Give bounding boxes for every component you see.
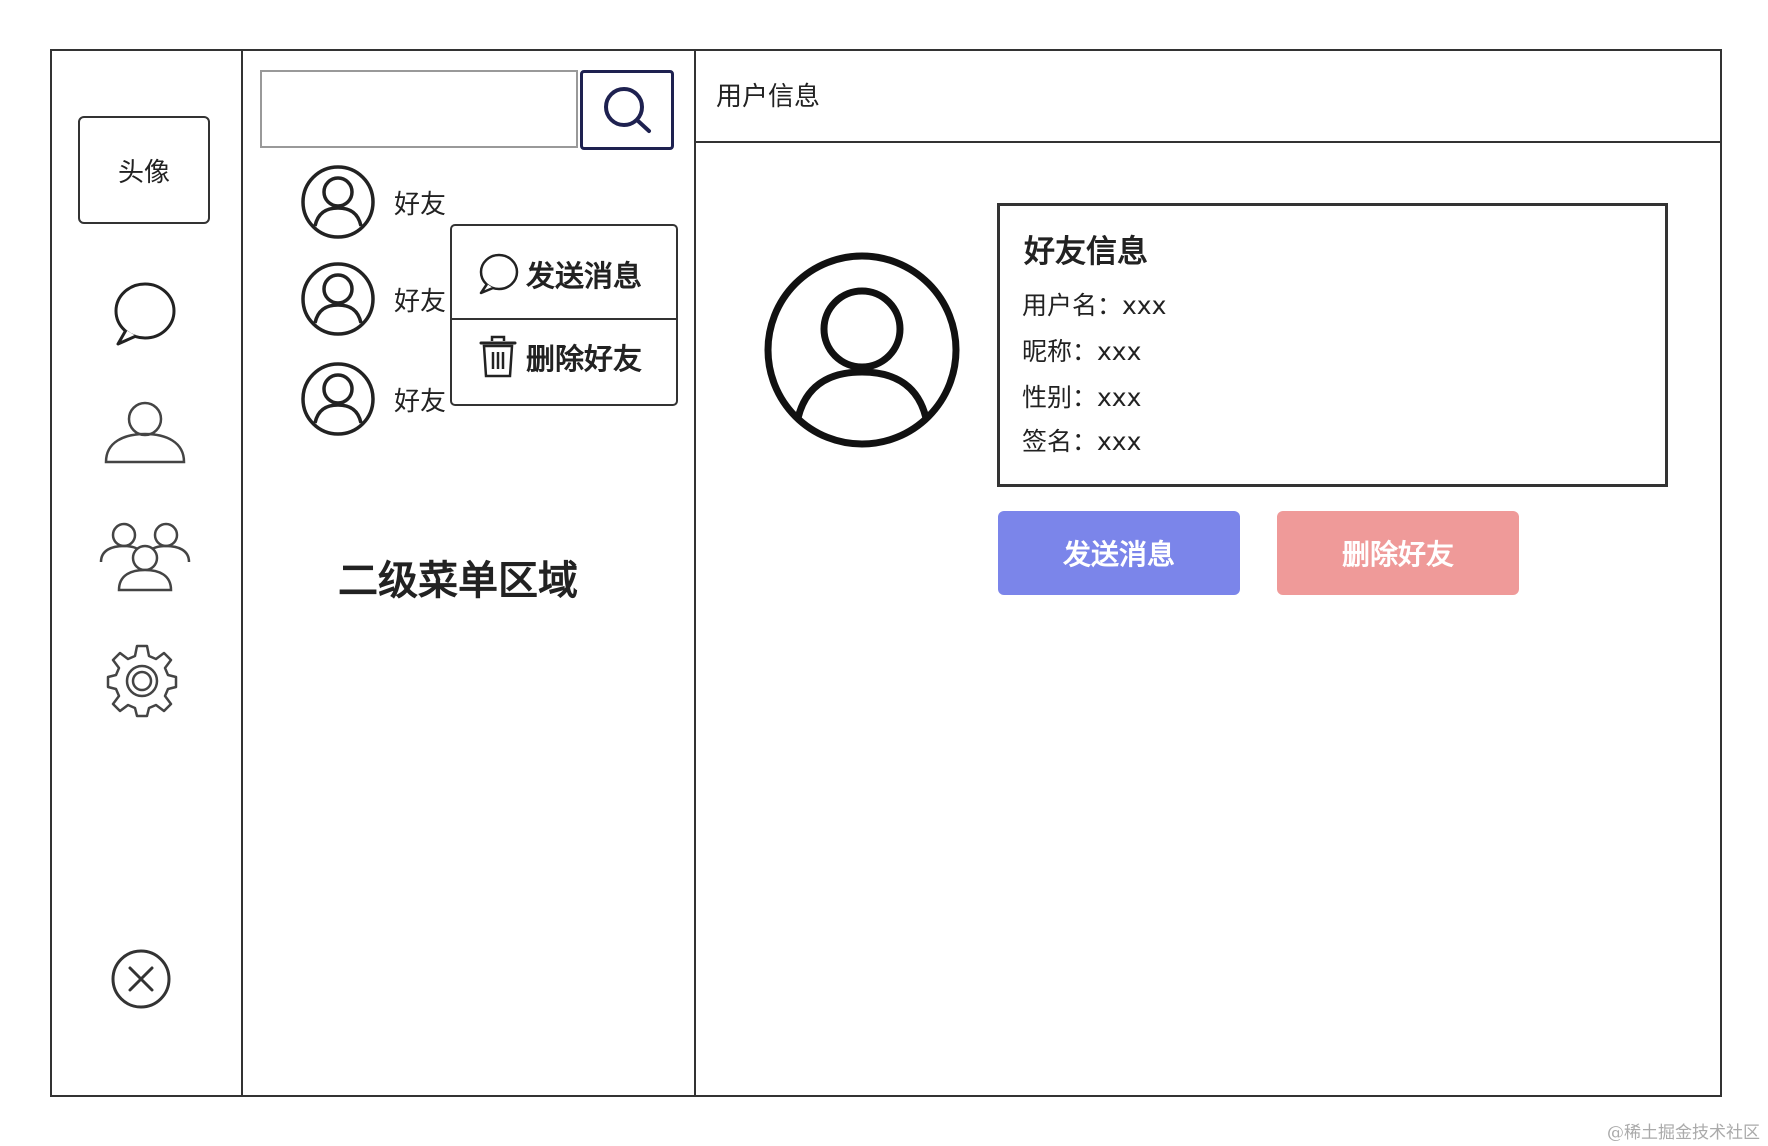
friend-info-card: 好友信息 用户名：xxx 昵称：xxx 性别：xxx 签名：xxx — [997, 203, 1668, 487]
delete-friend-button[interactable]: 删除好友 — [1277, 511, 1519, 595]
chat-icon — [479, 253, 519, 295]
gender-field: 性别：xxx — [1022, 383, 1142, 412]
friend-list-item[interactable]: 好友 — [300, 261, 446, 337]
list-divider — [694, 49, 696, 1097]
sidebar-divider — [241, 49, 243, 1097]
search-input[interactable] — [260, 70, 578, 148]
friend-name: 好友 — [394, 386, 447, 417]
friend-avatar-icon — [301, 262, 375, 336]
settings-icon[interactable] — [104, 642, 180, 718]
search-button[interactable] — [580, 70, 674, 150]
context-send-label: 发送消息 — [526, 259, 643, 293]
avatar-button[interactable]: 头像 — [78, 116, 210, 224]
search-icon — [604, 87, 651, 133]
context-delete-friend[interactable]: 删除好友 — [478, 334, 702, 380]
close-icon[interactable] — [109, 947, 173, 1011]
trash-icon — [479, 335, 517, 378]
friend-avatar-icon — [301, 165, 375, 239]
username-field: 用户名：xxx — [1022, 291, 1167, 320]
friend-list-item[interactable]: 好友 — [300, 164, 446, 240]
page-title: 用户信息 — [716, 82, 821, 112]
signature-field: 签名：xxx — [1022, 427, 1142, 456]
friend-avatar-icon — [301, 362, 375, 436]
profile-avatar-icon — [764, 252, 960, 448]
send-message-button[interactable]: 发送消息 — [998, 511, 1240, 595]
context-menu-divider — [452, 318, 676, 320]
nickname-field: 昵称：xxx — [1022, 337, 1142, 366]
friend-info-title: 好友信息 — [1024, 234, 1148, 270]
watermark: @稀土掘金技术社区 — [1607, 1123, 1760, 1143]
friend-name: 好友 — [394, 189, 447, 220]
friend-context-menu: 发送消息 删除好友 — [450, 224, 678, 406]
header-divider — [695, 141, 1721, 143]
avatar-label: 头像 — [117, 157, 170, 188]
user-icon[interactable] — [102, 400, 188, 466]
context-send-message[interactable]: 发送消息 — [476, 252, 700, 296]
group-icon[interactable] — [98, 520, 192, 592]
secondary-menu-label: 二级菜单区域 — [338, 558, 578, 604]
friend-list-item[interactable]: 好友 — [300, 361, 446, 437]
friend-name: 好友 — [394, 286, 447, 317]
context-delete-label: 删除好友 — [526, 342, 643, 376]
chat-icon[interactable] — [110, 280, 180, 348]
